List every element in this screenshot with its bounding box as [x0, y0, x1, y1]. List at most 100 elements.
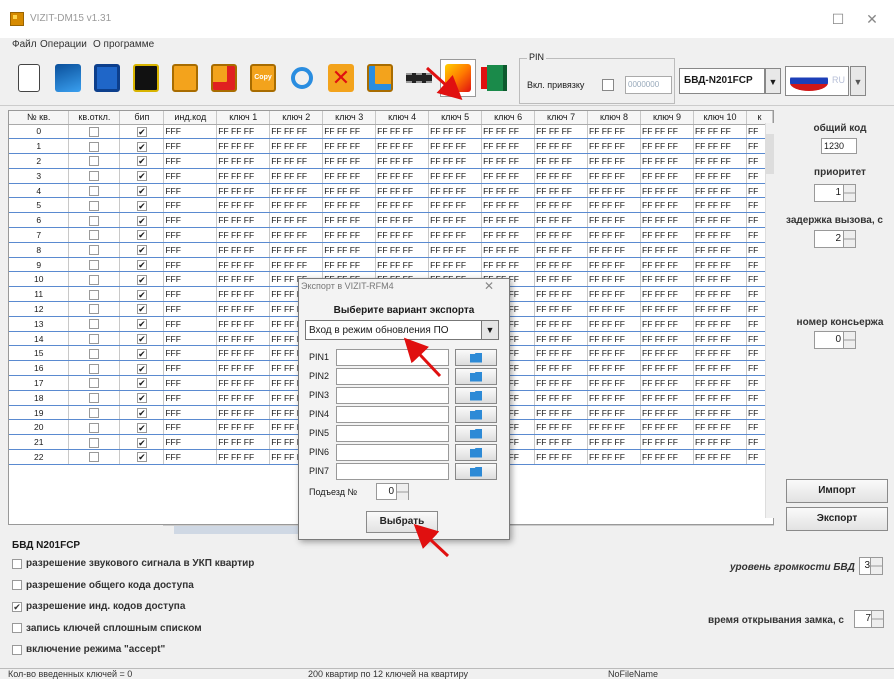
pin-browse-button[interactable] — [455, 368, 497, 385]
beep-checkbox[interactable]: ✔ — [136, 319, 147, 330]
key-cell[interactable]: FF FF FF — [216, 449, 271, 465]
key-cell[interactable]: FF FF FF — [216, 212, 271, 229]
table-row[interactable]: 2 ✔ FFF FF FF FF FF FF FF FF FF FF FF FF FF FF … — [9, 153, 773, 169]
export-button[interactable] — [440, 59, 476, 97]
key-cell[interactable]: FF FF FF — [375, 227, 430, 243]
key-cell[interactable]: FF FF FF — [534, 390, 589, 406]
key-cell[interactable]: FF FF FF — [587, 360, 642, 377]
bdd-option-checkbox[interactable] — [12, 623, 22, 633]
key-cell[interactable]: FF FF FF — [693, 197, 747, 214]
key-cell[interactable]: FF FF FF — [534, 212, 589, 229]
key-cell[interactable]: FF FF FF — [375, 153, 430, 169]
pin-binding-checkbox[interactable] — [602, 79, 614, 91]
key-cell[interactable]: FF FF FF — [428, 212, 483, 229]
key-cell[interactable]: FF FF FF — [587, 212, 642, 229]
key-cell[interactable]: FF FF FF — [640, 257, 694, 273]
key-cell[interactable]: FF FF FF — [587, 390, 642, 406]
key-cell[interactable]: FF FF FF — [269, 153, 324, 169]
key-cell[interactable]: FF FF FF — [587, 242, 642, 258]
apartment-disabled-checkbox[interactable] — [89, 230, 100, 241]
key-cell[interactable]: FF FF FF — [640, 271, 694, 288]
ind-code-cell[interactable]: FFF — [163, 405, 218, 421]
copy-key-button[interactable]: Copy — [245, 59, 281, 97]
key-cell[interactable]: FF FF FF — [534, 316, 589, 332]
key-cell[interactable]: FF FF FF — [587, 197, 642, 214]
key-edit-button[interactable] — [362, 59, 398, 97]
key-cell[interactable]: FF FF FF — [587, 271, 642, 288]
key-cell[interactable]: FF FF FF — [587, 316, 642, 332]
key-cell[interactable]: FF FF FF — [375, 212, 430, 229]
column-header[interactable]: ключ 3 — [322, 111, 377, 125]
bdd-option[interactable]: разрешение общего кода доступа — [12, 580, 194, 591]
table-row[interactable]: 5 ✔ FFF FF FF FF FF FF FF FF FF FF FF FF FF FF … — [9, 197, 773, 214]
table-row[interactable]: 8 ✔ FFF FF FF FF FF FF FF FF FF FF FF FF FF FF … — [9, 242, 773, 258]
key-cell[interactable]: FF FF FF — [534, 375, 589, 391]
key-cell[interactable]: FF FF FF — [587, 419, 642, 436]
table-row[interactable]: 4 ✔ FFF FF FF FF FF FF FF FF FF FF FF FF FF FF … — [9, 183, 773, 199]
key-cell[interactable]: FF FF FF — [640, 316, 694, 332]
key-cell[interactable]: FF FF FF — [428, 168, 483, 184]
key-cell[interactable]: FF FF FF — [693, 345, 747, 362]
key-cell[interactable]: FF FF FF — [216, 301, 271, 317]
key-cell[interactable]: FF FF FF — [693, 331, 747, 347]
ind-code-cell[interactable]: FFF — [163, 375, 218, 391]
column-header[interactable]: ключ 10 — [693, 111, 747, 125]
key-cell[interactable]: FF FF FF — [587, 345, 642, 362]
ind-code-cell[interactable]: FFF — [163, 257, 218, 273]
key-cell[interactable]: FF FF FF — [216, 360, 271, 377]
key-cell[interactable]: FF FF FF — [322, 124, 377, 140]
search-button[interactable] — [284, 59, 320, 97]
key-cell[interactable]: FF FF FF — [481, 168, 536, 184]
code-calculator-button[interactable] — [128, 59, 164, 97]
key-cell[interactable]: FF FF FF — [534, 434, 589, 451]
key-cell[interactable]: FF FF FF — [375, 257, 430, 273]
key-cell[interactable]: FF FF FF — [693, 168, 747, 184]
key-cell[interactable]: FF FF FF — [481, 124, 536, 140]
key-cell[interactable]: FF FF FF — [216, 390, 271, 406]
key-cell[interactable]: FF FF FF — [534, 449, 589, 465]
key-cell[interactable]: FF FF FF — [587, 227, 642, 243]
column-header[interactable]: инд.код — [163, 111, 218, 125]
key-cell[interactable]: FF FF FF — [587, 405, 642, 421]
beep-checkbox[interactable]: ✔ — [136, 348, 147, 359]
pin-field[interactable] — [336, 349, 449, 366]
key-cell[interactable]: FF FF FF — [428, 138, 483, 155]
ind-code-cell[interactable]: FFF — [163, 153, 218, 169]
ind-code-cell[interactable]: FFF — [163, 390, 218, 406]
key-cell[interactable]: FF FF FF — [534, 419, 589, 436]
key-cell[interactable]: FF FF FF — [216, 419, 271, 436]
ind-code-cell[interactable]: FFF — [163, 301, 218, 317]
key-cell[interactable]: FF FF FF — [428, 183, 483, 199]
beep-checkbox[interactable]: ✔ — [136, 363, 147, 374]
key-cell[interactable]: FF FF FF — [587, 168, 642, 184]
key-cell[interactable]: FF FF FF — [640, 405, 694, 421]
ind-code-cell[interactable]: FFF — [163, 331, 218, 347]
apartment-disabled-checkbox[interactable] — [89, 156, 100, 167]
key-cell[interactable]: FF FF FF — [216, 316, 271, 332]
apartment-disabled-checkbox[interactable] — [89, 274, 100, 285]
key-cell[interactable]: FF FF FF — [322, 257, 377, 273]
key-cell[interactable]: FF FF FF — [693, 257, 747, 273]
key-cell[interactable]: FF FF FF — [322, 242, 377, 258]
key-cell[interactable]: FF FF FF — [640, 242, 694, 258]
key-cell[interactable]: FF FF FF — [693, 301, 747, 317]
key-cell[interactable]: FF FF FF — [322, 168, 377, 184]
pin-field[interactable] — [336, 387, 449, 404]
apartment-disabled-checkbox[interactable] — [89, 333, 100, 344]
key-cell[interactable]: FF FF FF — [693, 212, 747, 229]
call-delay-spinner[interactable]: 2 — [814, 230, 856, 248]
column-header[interactable]: ключ 9 — [640, 111, 694, 125]
ind-code-cell[interactable]: FFF — [163, 183, 218, 199]
beep-checkbox[interactable]: ✔ — [136, 333, 147, 344]
column-header[interactable]: ключ 5 — [428, 111, 483, 125]
beep-checkbox[interactable]: ✔ — [136, 200, 147, 211]
key-cell[interactable]: FF FF FF — [534, 183, 589, 199]
pin-browse-button[interactable] — [455, 463, 497, 480]
key-cell[interactable]: FF FF FF — [269, 197, 324, 214]
pin-field[interactable] — [336, 425, 449, 442]
key-cell[interactable]: FF FF FF — [534, 331, 589, 347]
ind-code-cell[interactable]: FFF — [163, 271, 218, 288]
key-cell[interactable]: FF FF FF — [322, 153, 377, 169]
key-cell[interactable]: FF FF FF — [216, 257, 271, 273]
key-cell[interactable]: FF FF FF — [534, 168, 589, 184]
